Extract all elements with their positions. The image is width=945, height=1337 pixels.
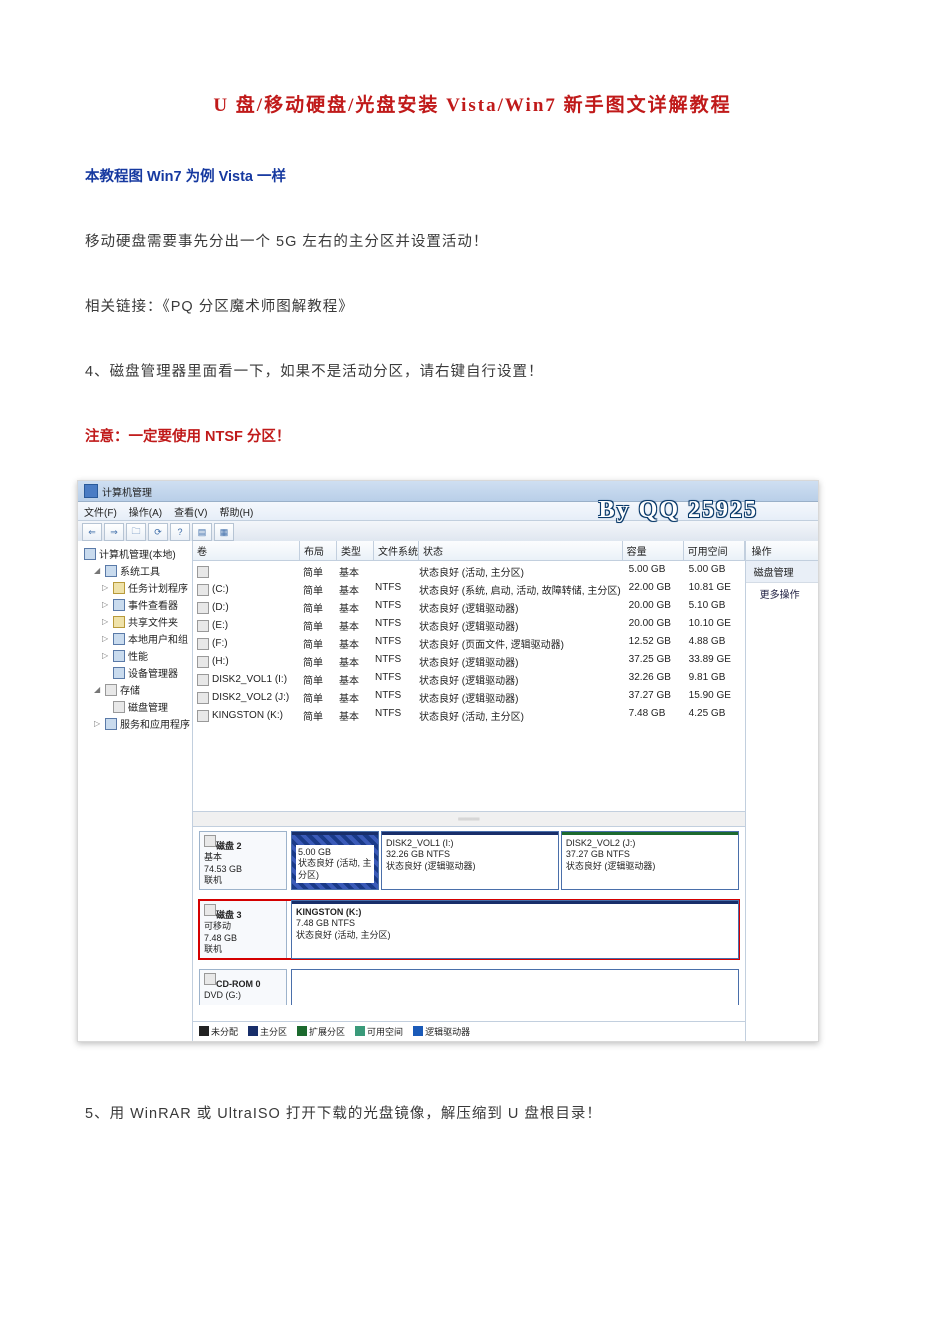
menu-view[interactable]: 查看(V) xyxy=(174,504,207,519)
tree-device-manager[interactable]: 设备管理器 xyxy=(128,665,178,680)
paragraph-1: 移动硬盘需要事先分出一个 5G 左右的主分区并设置活动！ xyxy=(85,230,860,251)
storage-icon xyxy=(105,684,117,696)
disk-icon xyxy=(204,835,216,847)
actions-header: 操作 xyxy=(746,541,818,561)
disk2-part-vol2[interactable]: DISK2_VOL2 (J:) 37.27 GB NTFS 状态良好 (逻辑驱动… xyxy=(561,831,739,890)
disk3-part-kingston[interactable]: KINGSTON (K:) 7.48 GB NTFS 状态良好 (活动, 主分区… xyxy=(291,900,739,959)
tree-event-viewer[interactable]: 事件查看器 xyxy=(128,597,178,612)
tree-shared-folders[interactable]: 共享文件夹 xyxy=(128,614,178,629)
tree-disk-management[interactable]: 磁盘管理 xyxy=(128,699,168,714)
volume-row[interactable]: DISK2_VOL2 (J:)简单基本NTFS状态良好 (逻辑驱动器)37.27… xyxy=(193,689,745,707)
drive-icon xyxy=(197,692,209,704)
disk-3-row: 磁盘 3 可移动 7.48 GB 联机 KINGSTON (K:) 7.48 G… xyxy=(199,900,739,959)
volume-header[interactable]: 卷 布局 类型 文件系统 状态 容量 可用空间 xyxy=(193,541,745,561)
paragraph-3: 4、磁盘管理器里面看一下，如果不是活动分区，请右键自行设置！ xyxy=(85,360,860,381)
toolbar-detail[interactable]: ▦ xyxy=(214,523,234,541)
tree-services[interactable]: 服务和应用程序 xyxy=(120,716,190,731)
volume-row[interactable]: DISK2_VOL1 (I:)简单基本NTFS状态良好 (逻辑驱动器)32.26… xyxy=(193,671,745,689)
doc-subtitle: 本教程图 Win7 为例 Vista 一样 xyxy=(85,165,860,186)
screenshot-computer-management: 计算机管理 文件(F) 操作(A) 查看(V) 帮助(H) By QQ 2592… xyxy=(77,480,819,1042)
drive-icon xyxy=(197,674,209,686)
warning-line: 注意：一定要使用 NTSF 分区！ xyxy=(85,425,860,446)
computer-icon xyxy=(84,548,96,560)
drive-icon xyxy=(197,656,209,668)
horizontal-scrollbar[interactable]: ═══ xyxy=(193,811,745,827)
tree-storage[interactable]: 存储 xyxy=(120,682,140,697)
tree-root[interactable]: 计算机管理(本地) xyxy=(99,546,176,561)
disk-2-label[interactable]: 磁盘 2 基本 74.53 GB 联机 xyxy=(199,831,287,890)
drive-icon xyxy=(197,584,209,596)
toolbar-list[interactable]: ▤ xyxy=(192,523,212,541)
col-volume[interactable]: 卷 xyxy=(193,541,300,560)
col-status[interactable]: 状态 xyxy=(419,541,623,560)
drive-icon xyxy=(197,638,209,650)
disk-icon xyxy=(113,701,125,713)
tree-task-scheduler[interactable]: 任务计划程序 xyxy=(128,580,188,595)
cdrom-label[interactable]: CD-ROM 0 DVD (G:) xyxy=(199,969,287,1005)
volume-list[interactable]: 简单基本状态良好 (活动, 主分区)5.00 GB5.00 GB(C:)简单基本… xyxy=(193,561,745,727)
task-icon xyxy=(113,582,125,594)
window-icon xyxy=(84,484,98,498)
device-icon xyxy=(113,667,125,679)
toolbar-forward[interactable]: ⇒ xyxy=(104,523,124,541)
window-title: 计算机管理 xyxy=(102,484,152,499)
actions-more[interactable]: 更多操作 xyxy=(746,583,818,604)
tree-performance[interactable]: 性能 xyxy=(128,648,148,663)
perf-icon xyxy=(113,650,125,662)
tree-local-users[interactable]: 本地用户和组 xyxy=(128,631,188,646)
usb-disk-icon xyxy=(204,904,216,916)
tree-system-tools[interactable]: 系统工具 xyxy=(120,563,160,578)
col-layout[interactable]: 布局 xyxy=(300,541,337,560)
disk-2-row: 磁盘 2 基本 74.53 GB 联机 5.00 GB xyxy=(199,831,739,890)
drive-icon xyxy=(197,602,209,614)
menu-file[interactable]: 文件(F) xyxy=(84,504,117,519)
users-icon xyxy=(113,633,125,645)
volume-row[interactable]: (H:)简单基本NTFS状态良好 (逻辑驱动器)37.25 GB33.89 GE xyxy=(193,653,745,671)
toolbar-back[interactable]: ⇐ xyxy=(82,523,102,541)
cdrom-row: CD-ROM 0 DVD (G:) xyxy=(199,969,739,1005)
drive-icon xyxy=(197,620,209,632)
disk2-part-unlabeled[interactable]: 5.00 GB 状态良好 (活动, 主分区) xyxy=(291,831,379,890)
nav-tree[interactable]: 计算机管理(本地) ◢系统工具 ▷任务计划程序 ▷事件查看器 ▷共享文件夹 ▷本… xyxy=(78,541,193,1041)
actions-disk-mgmt[interactable]: 磁盘管理 xyxy=(746,561,818,583)
services-icon xyxy=(105,718,117,730)
disk2-part-vol1[interactable]: DISK2_VOL1 (I:) 32.26 GB NTFS 状态良好 (逻辑驱动… xyxy=(381,831,559,890)
volume-row[interactable]: (F:)简单基本NTFS状态良好 (页面文件, 逻辑驱动器)12.52 GB4.… xyxy=(193,635,745,653)
toolbar-refresh[interactable]: ⟳ xyxy=(148,523,168,541)
share-icon xyxy=(113,616,125,628)
volume-row[interactable]: KINGSTON (K:)简单基本NTFS状态良好 (活动, 主分区)7.48 … xyxy=(193,707,745,725)
paragraph-2: 相关链接：《PQ 分区魔术师图解教程》 xyxy=(85,295,860,316)
volume-row[interactable]: (E:)简单基本NTFS状态良好 (逻辑驱动器)20.00 GB10.10 GE xyxy=(193,617,745,635)
volume-row[interactable]: 简单基本状态良好 (活动, 主分区)5.00 GB5.00 GB xyxy=(193,563,745,581)
window-titlebar: 计算机管理 xyxy=(78,481,818,502)
drive-icon xyxy=(197,566,209,578)
drive-icon xyxy=(197,710,209,722)
col-freespace[interactable]: 可用空间 xyxy=(684,541,745,560)
actions-pane: 操作 磁盘管理 更多操作 xyxy=(746,541,818,1041)
watermark: By QQ 25925 xyxy=(599,497,758,524)
menu-help[interactable]: 帮助(H) xyxy=(219,504,253,519)
col-type[interactable]: 类型 xyxy=(337,541,374,560)
disk-3-label[interactable]: 磁盘 3 可移动 7.48 GB 联机 xyxy=(199,900,287,959)
menu-bar[interactable]: 文件(F) 操作(A) 查看(V) 帮助(H) By QQ 25925 xyxy=(78,502,818,521)
col-capacity[interactable]: 容量 xyxy=(623,541,684,560)
disk-graphical-view: 磁盘 2 基本 74.53 GB 联机 5.00 GB xyxy=(193,827,745,1021)
doc-title: U 盘/移动硬盘/光盘安装 Vista/Win7 新手图文详解教程 xyxy=(85,90,860,117)
menu-action[interactable]: 操作(A) xyxy=(129,504,162,519)
cdrom-icon xyxy=(204,973,216,985)
volume-row[interactable]: (C:)简单基本NTFS状态良好 (系统, 启动, 活动, 故障转储, 主分区)… xyxy=(193,581,745,599)
legend: 未分配 主分区 扩展分区 可用空间 逻辑驱动器 xyxy=(193,1021,745,1041)
toolbar-help[interactable]: ? xyxy=(170,523,190,541)
tools-icon xyxy=(105,565,117,577)
col-filesystem[interactable]: 文件系统 xyxy=(374,541,419,560)
volume-row[interactable]: (D:)简单基本NTFS状态良好 (逻辑驱动器)20.00 GB5.10 GB xyxy=(193,599,745,617)
event-icon xyxy=(113,599,125,611)
paragraph-5: 5、用 WinRAR 或 UltraISO 打开下载的光盘镜像，解压缩到 U 盘… xyxy=(85,1102,860,1123)
toolbar-up[interactable]: 🗀 xyxy=(126,523,146,541)
